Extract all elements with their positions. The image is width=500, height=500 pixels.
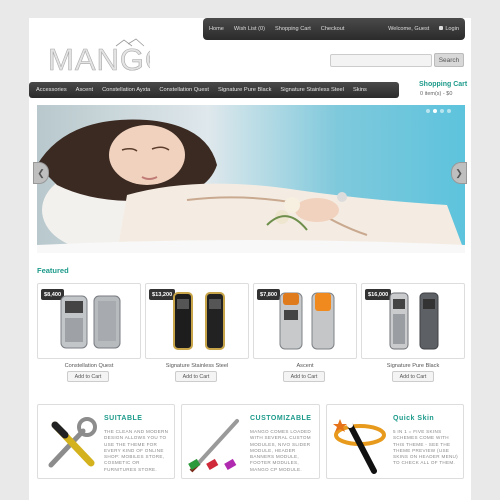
add-to-cart-button[interactable]: Add to Cart (283, 371, 325, 382)
category-signature-pure-black[interactable]: Signature Pure Black (218, 87, 271, 93)
category-constellation-quest[interactable]: Constellation Quest (159, 87, 209, 93)
feature-box-customizable: CUSTOMIZABLE Mango comes loaded with sev… (181, 404, 320, 479)
product-name[interactable]: Constellation Quest (37, 363, 141, 369)
login-label: Login (445, 26, 459, 32)
feature-text: Mango comes loaded with several custom m… (250, 429, 312, 472)
category-ascent[interactable]: Ascent (76, 87, 93, 93)
feature-title: SUITABLE (104, 415, 143, 422)
topbar-link-home[interactable]: Home (209, 26, 224, 32)
category-constellation-ayxta[interactable]: Constellation Ayxta (102, 87, 150, 93)
tools-icon (48, 417, 97, 468)
category-accessories[interactable]: Accessories (36, 87, 67, 93)
add-to-cart-button[interactable]: Add to Cart (67, 371, 109, 382)
slider-dot[interactable] (440, 109, 444, 113)
category-signature-stainless-steel[interactable]: Signature Stainless Steel (280, 87, 344, 93)
product-card[interactable]: $16,000 (361, 283, 465, 359)
product-name[interactable]: Signature Stainless Steel (145, 363, 249, 369)
feature-box-suitable: SUITABLE The clean and modern design all… (37, 404, 175, 479)
slider-next-button[interactable]: ❯ (451, 162, 467, 184)
lock-icon (439, 26, 444, 30)
logo-text: MANGO (48, 42, 150, 74)
topbar-link-wishlist[interactable]: Wish List (0) (234, 26, 265, 32)
product-image (60, 295, 121, 349)
product-name[interactable]: Ascent (253, 363, 357, 369)
cart-title[interactable]: Shopping Cart (419, 81, 467, 88)
feature-box-quick-skin: Quick Skin 5 in 1 = five skins schemes c… (326, 404, 464, 479)
slider-dot[interactable] (426, 109, 430, 113)
feature-text: The clean and modern design allows you t… (104, 429, 169, 472)
paintbrush-icon (188, 419, 239, 473)
chevron-left-icon: ❮ (37, 167, 45, 178)
slider-image (37, 119, 465, 253)
add-to-cart-button[interactable]: Add to Cart (175, 371, 217, 382)
product-card[interactable]: $7,800 (253, 283, 357, 359)
category-nav: Accessories Ascent Constellation Ayxta C… (29, 82, 399, 98)
category-skins[interactable]: Skins (353, 87, 367, 93)
product-image (173, 292, 225, 350)
feature-text: 5 in 1 = five skins schemes come with th… (393, 429, 459, 466)
slider-dot[interactable] (447, 109, 451, 113)
featured-title: Featured (37, 266, 69, 275)
product-name[interactable]: Signature Pure Black (361, 363, 465, 369)
cart-summary[interactable]: 0 item(s) - $0 (420, 91, 452, 97)
login-link[interactable]: Login (439, 26, 459, 32)
product-image (279, 292, 335, 350)
chevron-right-icon: ❯ (455, 167, 463, 178)
slider-dots (426, 109, 451, 113)
search-button[interactable]: Search (434, 53, 464, 67)
product-card[interactable]: $13,200 (145, 283, 249, 359)
topbar-link-cart[interactable]: Shopping Cart (275, 26, 311, 32)
top-bar: Home Wish List (0) Shopping Cart Checkou… (203, 18, 465, 40)
topbar-link-checkout[interactable]: Checkout (321, 26, 345, 32)
welcome-text: Welcome, Guest (388, 26, 430, 32)
product-card[interactable]: $8,400 (37, 283, 141, 359)
slider-dot-active[interactable] (433, 109, 437, 113)
search-input[interactable] (330, 54, 432, 67)
hero-slider[interactable] (37, 105, 465, 253)
logo[interactable]: MANGO (48, 38, 150, 74)
add-to-cart-button[interactable]: Add to Cart (392, 371, 434, 382)
magic-wand-icon (333, 416, 386, 474)
feature-title: Quick Skin (393, 415, 435, 422)
product-image (389, 292, 439, 350)
feature-title: CUSTOMIZABLE (250, 415, 312, 422)
